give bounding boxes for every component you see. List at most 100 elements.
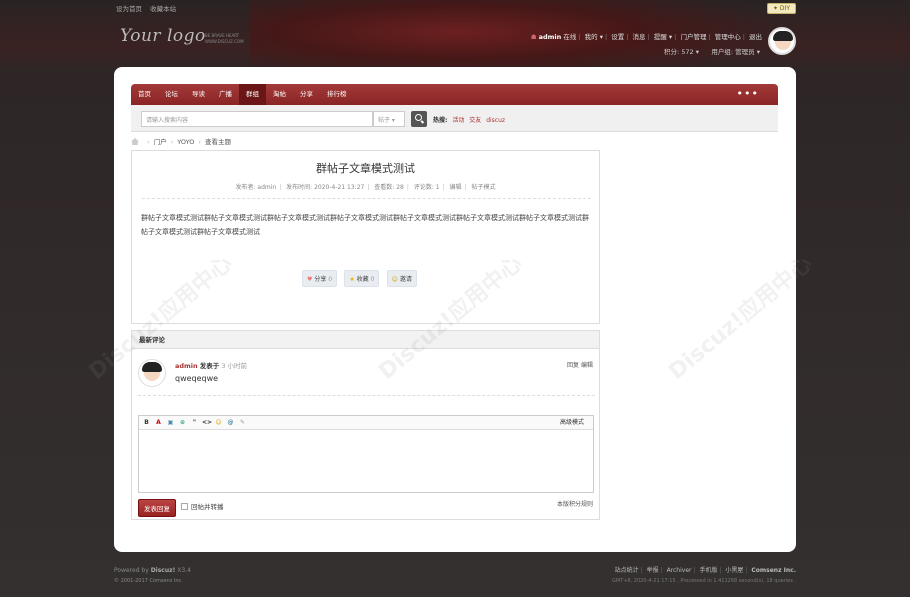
share-button[interactable]: ♥ 分享 0 bbox=[302, 270, 338, 287]
advanced-mode-link[interactable]: 高级模式 bbox=[560, 418, 584, 427]
search-bar: 请输入搜索内容 帖子 ▾ 热搜: 活动 交友 discuz bbox=[131, 105, 778, 132]
remind-menu[interactable]: 提醒 bbox=[654, 33, 667, 41]
company-link[interactable]: Comsenz Inc. bbox=[751, 567, 796, 574]
nav-item-broadcast[interactable]: 广播 bbox=[212, 84, 239, 105]
nav-item-collection[interactable]: 淘帖 bbox=[266, 84, 293, 105]
image-icon[interactable]: ▣ bbox=[166, 418, 175, 427]
nav-item-guide[interactable]: 导读 bbox=[185, 84, 212, 105]
link-icon[interactable]: ⊕ bbox=[178, 418, 187, 427]
avatar-hair bbox=[773, 31, 793, 41]
user-avatar[interactable] bbox=[768, 27, 796, 55]
portal-manage-link[interactable]: 门户管理 bbox=[680, 33, 706, 41]
points-menu[interactable]: 积分: 572 bbox=[664, 48, 694, 56]
comment-ops: 回复 编辑 bbox=[567, 360, 593, 369]
home-icon[interactable] bbox=[131, 138, 139, 145]
bold-icon[interactable]: B bbox=[142, 418, 151, 427]
powered-by-label: Powered by bbox=[114, 567, 149, 574]
copyright: © 2001-2017 Comsenz Inc. bbox=[114, 578, 183, 584]
search-type-select[interactable]: 帖子 ▾ bbox=[373, 111, 405, 127]
share-label: 分享 bbox=[314, 276, 327, 283]
invite-button[interactable]: ☺ 邀请 bbox=[386, 270, 417, 287]
divider bbox=[142, 198, 591, 199]
post-comments: 评论数: 1 bbox=[413, 184, 440, 191]
star-icon: ★ bbox=[349, 276, 355, 283]
footer-link[interactable]: 举报 bbox=[647, 567, 659, 574]
comment-text: qweqeqwe bbox=[175, 374, 219, 383]
nav-item-home[interactable]: 首页 bbox=[131, 84, 158, 105]
nav-item-share[interactable]: 分享 bbox=[293, 84, 320, 105]
more-menu-icon[interactable]: ••• bbox=[730, 84, 766, 104]
footer-right: 站点统计 | 举报 | Archiver | 手机版 | 小黑屋 | Comsenz In… bbox=[611, 567, 796, 584]
attachment-icon[interactable]: ✎ bbox=[238, 418, 247, 427]
logo-subtitle: BE BRAVE HEART WWW.DISCUZ.COM bbox=[205, 33, 244, 45]
font-color-icon[interactable]: A bbox=[154, 418, 163, 427]
reply-link[interactable]: 回复 bbox=[567, 362, 579, 369]
version-label: X3.4 bbox=[177, 567, 191, 574]
user-menu: ☗ admin 在线 | 我的 ▾ | 设置 | 消息 | 提醒 ▾ | 门户管理 | 管理… bbox=[530, 33, 762, 41]
usergroup-menu[interactable]: 用户组: 管理员 bbox=[711, 48, 754, 56]
post-actions: ♥ 分享 0 ★ 收藏 0 ☺ 邀请 bbox=[302, 270, 422, 287]
chevron-right-icon: › bbox=[170, 138, 174, 146]
post-edit-link[interactable]: 编辑 bbox=[450, 184, 462, 191]
post-author: 发布者: admin bbox=[235, 184, 277, 191]
at-icon[interactable]: @ bbox=[226, 418, 235, 427]
points-rules-link[interactable]: 本版积分规则 bbox=[557, 499, 593, 508]
submit-reply-button[interactable]: 发表回复 bbox=[138, 499, 176, 517]
reply-textarea[interactable] bbox=[139, 430, 593, 492]
footer-link[interactable]: 站点统计 bbox=[615, 567, 639, 574]
favorite-button[interactable]: ★ 收藏 0 bbox=[344, 270, 380, 287]
smiley-icon[interactable]: ☺ bbox=[214, 418, 223, 427]
footer-link[interactable]: 小黑屋 bbox=[725, 567, 743, 574]
hot-search-label: 热搜: bbox=[433, 117, 448, 124]
gmt-info: GMT+8, 2020-4-21 17:15 , Processed in 1.… bbox=[611, 578, 796, 584]
repost-checkbox[interactable] bbox=[181, 503, 188, 510]
comment-avatar[interactable] bbox=[138, 359, 166, 387]
discuz-brand-link[interactable]: Discuz! bbox=[151, 567, 176, 574]
repost-checkbox-label: 回帖并转播 bbox=[191, 503, 224, 511]
search-button[interactable] bbox=[411, 111, 427, 127]
footer-link[interactable]: Archiver bbox=[667, 567, 692, 574]
repost-checkbox-row[interactable]: 回帖并转播 bbox=[181, 501, 224, 511]
heart-icon: ♥ bbox=[307, 276, 313, 283]
search-input[interactable]: 请输入搜索内容 bbox=[141, 111, 373, 127]
nav-item-ranking[interactable]: 排行榜 bbox=[320, 84, 354, 105]
online-status: 在线 bbox=[563, 33, 577, 41]
nav-item-forum[interactable]: 论坛 bbox=[158, 84, 185, 105]
comments-header: 最新评论 bbox=[132, 331, 599, 349]
site-logo[interactable]: Your logo bbox=[120, 26, 206, 46]
smile-icon: ☺ bbox=[391, 276, 398, 283]
settings-link[interactable]: 设置 bbox=[611, 33, 624, 41]
diy-button[interactable]: ✦ DIY bbox=[767, 3, 796, 14]
bookmark-link[interactable]: 收藏本站 bbox=[150, 5, 176, 13]
editor-toolbar: B A ▣ ⊕ " <> ☺ @ ✎ 高级模式 bbox=[139, 416, 593, 430]
username-link[interactable]: admin bbox=[539, 33, 562, 41]
breadcrumb-item: 查看主题 bbox=[204, 138, 231, 146]
messages-link[interactable]: 消息 bbox=[633, 33, 646, 41]
post-time: 发布时间: 2020-4-21 13:27 bbox=[286, 184, 365, 191]
main-nav: 首页 论坛 导读 广播 群组 淘帖 分享 排行榜 ••• bbox=[131, 84, 778, 105]
chevron-right-icon: › bbox=[198, 138, 201, 146]
hot-search-item[interactable]: 活动 bbox=[452, 117, 464, 124]
nav-item-group[interactable]: 群组 bbox=[239, 84, 266, 105]
mine-menu[interactable]: 我的 bbox=[585, 33, 598, 41]
post-body: 群帖子文章模式测试群帖子文章模式测试群帖子文章模式测试群帖子文章模式测试群帖子文… bbox=[141, 214, 589, 236]
post-title: 群帖子文章模式测试 bbox=[316, 162, 415, 175]
post-meta: 发布者: admin | 发布时间: 2020-4-21 13:27 | 查看数: … bbox=[235, 184, 496, 191]
admin-center-link[interactable]: 管理中心 bbox=[715, 33, 741, 41]
code-icon[interactable]: <> bbox=[202, 418, 212, 427]
breadcrumb-item[interactable]: 门户 bbox=[154, 138, 167, 146]
comment-edit-link[interactable]: 编辑 bbox=[581, 362, 593, 369]
hot-search-item[interactable]: discuz bbox=[486, 117, 505, 124]
comment-user-link[interactable]: admin bbox=[175, 362, 198, 370]
footer-link[interactable]: 手机版 bbox=[699, 567, 717, 574]
comment-time: 3 小时前 bbox=[221, 362, 248, 370]
post-panel: 群帖子文章模式测试 发布者: admin | 发布时间: 2020-4-21 13… bbox=[131, 150, 600, 324]
set-home-link[interactable]: 设为首页 bbox=[116, 5, 142, 13]
breadcrumb-item[interactable]: YOYO bbox=[177, 138, 194, 146]
post-mode-link[interactable]: 帖子模式 bbox=[472, 184, 496, 191]
favorite-count: 0 bbox=[370, 276, 375, 283]
hot-search-item[interactable]: 交友 bbox=[469, 117, 481, 124]
logout-link[interactable]: 退出 bbox=[749, 33, 762, 41]
quote-icon[interactable]: " bbox=[190, 418, 199, 427]
user-stats: 积分: 572 ▾ 用户组: 管理员 ▾ bbox=[663, 48, 760, 56]
